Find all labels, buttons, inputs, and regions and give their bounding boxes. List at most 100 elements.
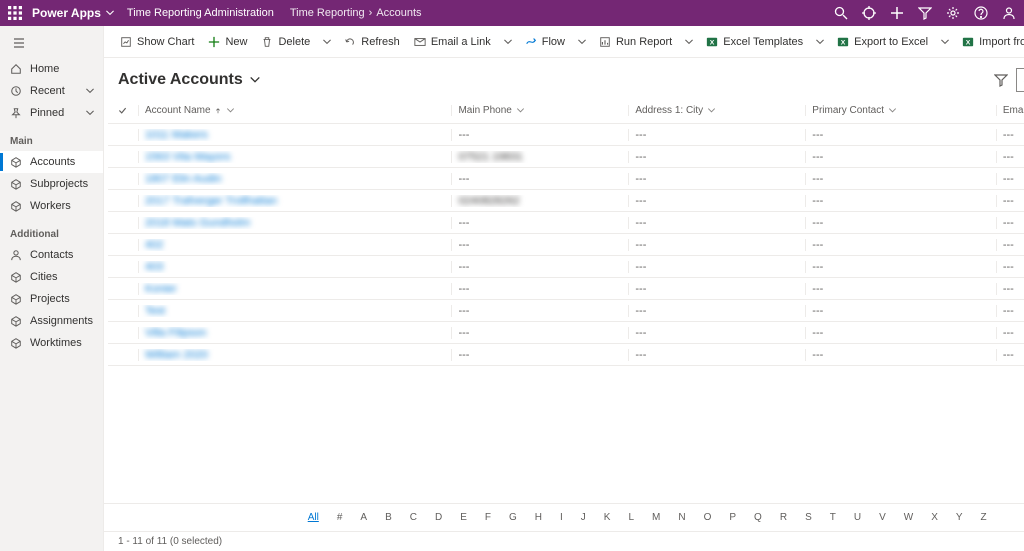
sidebar-item-accounts[interactable]: Accounts <box>0 151 103 173</box>
alpha-p[interactable]: P <box>729 512 736 523</box>
environment-name[interactable]: Time Reporting Administration <box>127 7 274 19</box>
split-chevron-icon[interactable] <box>577 37 587 47</box>
add-icon[interactable] <box>890 6 904 20</box>
table-row[interactable]: 1563 Vita Mayors07521 19831--------- <box>108 146 1024 168</box>
alpha-q[interactable]: Q <box>754 512 762 523</box>
search-box[interactable] <box>1016 68 1024 92</box>
brand-chevron-icon[interactable] <box>105 8 115 18</box>
alpha-m[interactable]: M <box>652 512 660 523</box>
cmd-flow[interactable]: Flow <box>519 33 571 51</box>
alpha-h[interactable]: H <box>535 512 542 523</box>
split-chevron-icon[interactable] <box>684 37 694 47</box>
col-email[interactable]: Email (Primary Contact) <box>996 105 1024 116</box>
cmd-email-link[interactable]: Email a Link <box>408 33 497 51</box>
cell-name[interactable]: 2018 Mats Gundholm <box>138 217 451 229</box>
alpha-a[interactable]: A <box>360 512 367 523</box>
cmd-export-excel[interactable]: Export to Excel <box>831 33 934 51</box>
table-row[interactable]: 1011 Makers------------ <box>108 124 1024 146</box>
cmd-delete[interactable]: Delete <box>255 33 316 51</box>
table-row[interactable]: William 2020------------ <box>108 344 1024 366</box>
sidebar-item-contacts[interactable]: Contacts <box>0 244 103 266</box>
table-row[interactable]: 402------------ <box>108 234 1024 256</box>
cell-name[interactable]: William 2020 <box>138 349 451 361</box>
table-row[interactable]: Konier------------ <box>108 278 1024 300</box>
col-main-phone[interactable]: Main Phone <box>451 105 628 116</box>
assist-icon[interactable] <box>862 6 876 20</box>
cmd-excel-templates[interactable]: Excel Templates <box>700 33 809 51</box>
alpha-f[interactable]: F <box>485 512 491 523</box>
alpha-all[interactable]: All <box>308 512 319 523</box>
alpha-x[interactable]: X <box>931 512 938 523</box>
sidebar-home[interactable]: Home <box>0 58 103 80</box>
cell-name[interactable]: 1807 Elin Audin <box>138 173 451 185</box>
alpha-d[interactable]: D <box>435 512 442 523</box>
alpha-i[interactable]: I <box>560 512 563 523</box>
table-row[interactable]: Test------------ <box>108 300 1024 322</box>
cell-name[interactable]: 2017 Trafverger Trollhattan <box>138 195 451 207</box>
sidebar-item-worktimes[interactable]: Worktimes <box>0 332 103 354</box>
cmd-show-chart[interactable]: Show Chart <box>114 33 200 51</box>
filter-icon[interactable] <box>918 6 932 20</box>
brand[interactable]: Power Apps <box>32 6 101 20</box>
alpha-t[interactable]: T <box>830 512 836 523</box>
alpha-#[interactable]: # <box>337 512 343 523</box>
alpha-j[interactable]: J <box>581 512 586 523</box>
alpha-n[interactable]: N <box>678 512 685 523</box>
alpha-c[interactable]: C <box>410 512 417 523</box>
profile-icon[interactable] <box>1002 6 1016 20</box>
split-chevron-icon[interactable] <box>322 37 332 47</box>
cmd-run-report[interactable]: Run Report <box>593 33 678 51</box>
alpha-w[interactable]: W <box>904 512 913 523</box>
cell-name[interactable]: 403 <box>138 261 451 273</box>
cell-name[interactable]: Konier <box>138 283 451 295</box>
cmd-import-excel[interactable]: Import from Excel <box>956 33 1024 51</box>
sidebar-item-subprojects[interactable]: Subprojects <box>0 173 103 195</box>
alpha-z[interactable]: Z <box>981 512 987 523</box>
sidebar-item-projects[interactable]: Projects <box>0 288 103 310</box>
sidebar-pinned[interactable]: Pinned <box>0 102 103 124</box>
alpha-e[interactable]: E <box>460 512 467 523</box>
settings-icon[interactable] <box>946 6 960 20</box>
alpha-l[interactable]: L <box>628 512 634 523</box>
table-row[interactable]: 403------------ <box>108 256 1024 278</box>
sidebar-item-workers[interactable]: Workers <box>0 195 103 217</box>
cmd-refresh[interactable]: Refresh <box>338 33 406 51</box>
view-title[interactable]: Active Accounts <box>118 71 243 89</box>
alpha-b[interactable]: B <box>385 512 392 523</box>
sidebar-toggle[interactable] <box>0 32 103 58</box>
table-row[interactable]: 2017 Trafverger Trollhattan0240828262---… <box>108 190 1024 212</box>
alpha-k[interactable]: K <box>604 512 611 523</box>
col-select[interactable] <box>108 105 138 116</box>
split-chevron-icon[interactable] <box>940 37 950 47</box>
split-chevron-icon[interactable] <box>815 37 825 47</box>
col-account-name[interactable]: Account Name <box>138 105 451 116</box>
cell-name[interactable]: Villa Filipson <box>138 327 451 339</box>
table-row[interactable]: 1807 Elin Audin------------ <box>108 168 1024 190</box>
alpha-u[interactable]: U <box>854 512 861 523</box>
col-primary-contact[interactable]: Primary Contact <box>805 105 996 116</box>
alpha-r[interactable]: R <box>780 512 787 523</box>
cell-name[interactable]: Test <box>138 305 451 317</box>
search-icon[interactable] <box>834 6 848 20</box>
sidebar-recent[interactable]: Recent <box>0 80 103 102</box>
view-chevron-icon[interactable] <box>249 74 261 86</box>
help-icon[interactable] <box>974 6 988 20</box>
cell-name[interactable]: 1011 Makers <box>138 129 451 141</box>
filter-icon[interactable] <box>994 73 1008 87</box>
waffle-icon[interactable] <box>8 6 22 20</box>
alpha-g[interactable]: G <box>509 512 517 523</box>
split-chevron-icon[interactable] <box>503 37 513 47</box>
alpha-o[interactable]: O <box>704 512 712 523</box>
table-row[interactable]: 2018 Mats Gundholm------------ <box>108 212 1024 234</box>
sidebar-item-assignments[interactable]: Assignments <box>0 310 103 332</box>
sidebar-item-cities[interactable]: Cities <box>0 266 103 288</box>
table-row[interactable]: Villa Filipson------------ <box>108 322 1024 344</box>
col-city[interactable]: Address 1: City <box>628 105 805 116</box>
alpha-y[interactable]: Y <box>956 512 963 523</box>
alpha-v[interactable]: V <box>879 512 886 523</box>
cell-name[interactable]: 1563 Vita Mayors <box>138 151 451 163</box>
breadcrumb-root[interactable]: Time Reporting <box>290 7 365 19</box>
alpha-s[interactable]: S <box>805 512 812 523</box>
cell-name[interactable]: 402 <box>138 239 451 251</box>
cmd-new[interactable]: New <box>202 33 253 51</box>
